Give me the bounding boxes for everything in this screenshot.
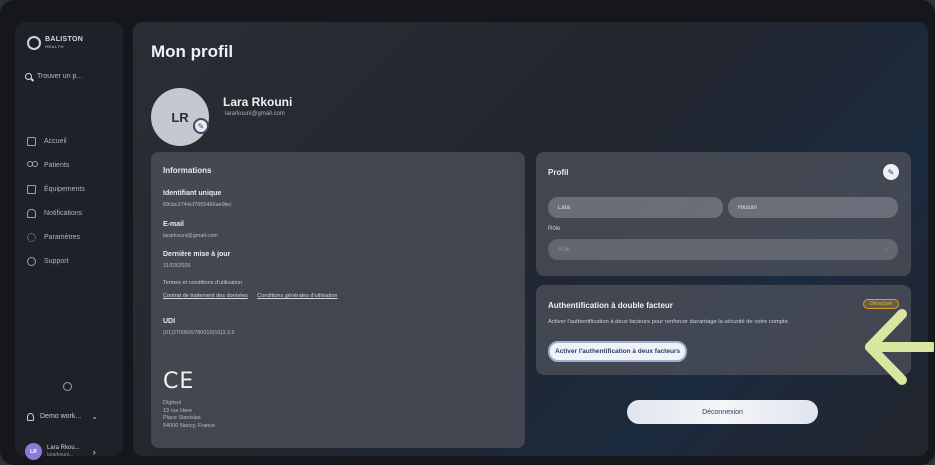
search-box[interactable]: Trouver un p... xyxy=(25,68,115,84)
equipment-icon xyxy=(27,184,36,194)
udi-value: (01)3700565780010(10)3.3.5 xyxy=(163,330,235,336)
sidebar-nav: Accueil Patients Équipements Notificatio… xyxy=(27,129,85,273)
sidebar-item-patients[interactable]: Patients xyxy=(27,153,85,177)
home-icon xyxy=(27,136,36,146)
profile-name: Lara Rkouni xyxy=(223,95,293,109)
role-label: Rôle xyxy=(548,226,561,232)
sidebar-item-label: Paramètres xyxy=(44,233,81,241)
role-placeholder: Rôle xyxy=(558,246,571,253)
search-placeholder: Trouver un p... xyxy=(37,72,83,80)
two-factor-card: Authentification à double facteur Désact… xyxy=(536,285,911,375)
address-line: Digitsol xyxy=(163,400,182,406)
bell-icon xyxy=(27,208,36,218)
profile-avatar: LR xyxy=(151,88,209,146)
email-label: E-mail xyxy=(163,221,185,228)
cgu-link[interactable]: Conditions générales d'utilisation xyxy=(257,293,337,299)
sidebar-item-equipements[interactable]: Équipements xyxy=(27,177,85,201)
pencil-icon: ✎ xyxy=(887,167,895,177)
edit-avatar-button[interactable]: ✎ xyxy=(193,118,209,134)
first-name-field[interactable] xyxy=(548,197,723,218)
sidebar-item-accueil[interactable]: Accueil xyxy=(27,129,85,153)
updated-label: Dernière mise à jour xyxy=(163,251,231,258)
card-title: Authentification à double facteur xyxy=(548,301,673,310)
user-icon xyxy=(27,412,34,421)
sidebar: BALISTON HEALTH Trouver un p... Accueil … xyxy=(15,22,123,460)
sidebar-item-label: Support xyxy=(44,257,69,265)
logo: BALISTON HEALTH xyxy=(27,36,83,50)
user-name: Lara Rkou... lararkouni... xyxy=(47,444,80,458)
uid-value: 69cbc2744cf7655466ae9lec xyxy=(163,202,232,208)
last-name-field[interactable] xyxy=(728,197,898,218)
gear-icon xyxy=(27,232,36,242)
profile-card: Profil ✎ Rôle Rôle ⌄ xyxy=(536,152,911,276)
user-menu[interactable]: LR Lara Rkou... lararkouni... › xyxy=(25,443,96,460)
logo-text: BALISTON HEALTH xyxy=(45,36,84,49)
card-title: Informations xyxy=(163,166,212,175)
app-window: BALISTON HEALTH Trouver un p... Accueil … xyxy=(0,0,935,465)
activate-2fa-button[interactable]: Activer l'authentification à deux facteu… xyxy=(548,341,688,362)
address-line: Place Stanislas xyxy=(163,415,201,421)
chevron-right-icon: › xyxy=(92,446,96,457)
email-value: lararkouni@gmail.com xyxy=(163,233,218,239)
address-line: 54000 Nancy, France xyxy=(163,422,216,429)
main-content: Mon profil LR ✎ Lara Rkouni lararkouni@g… xyxy=(133,22,928,456)
profile-email: lararkouni@gmail.com xyxy=(225,111,285,117)
pencil-icon: ✎ xyxy=(197,121,205,131)
sidebar-item-support[interactable]: Support xyxy=(27,249,85,273)
ce-mark: CE xyxy=(163,369,195,394)
sidebar-item-label: Patients xyxy=(44,161,70,169)
help-icon xyxy=(27,256,36,266)
manufacturer-address: Digitsol 13 rue Here Place Stanislas 540… xyxy=(163,400,215,430)
sidebar-item-label: Notifications xyxy=(44,209,83,217)
card-title: Profil xyxy=(548,168,569,177)
sidebar-item-label: Équipements xyxy=(44,185,85,193)
chevron-down-icon: ⌄ xyxy=(91,412,98,421)
address-line: 13 rue Here xyxy=(163,407,193,414)
workspace-label: Demo work... xyxy=(40,413,82,420)
sidebar-item-parametres[interactable]: Paramètres xyxy=(27,225,85,249)
edit-profile-button[interactable]: ✎ xyxy=(883,164,899,180)
role-select[interactable]: Rôle ⌄ xyxy=(548,239,898,260)
arrow-icon xyxy=(865,309,934,385)
contract-link[interactable]: Contrat de traitement des données xyxy=(163,293,248,299)
workspace-selector[interactable]: Demo work... ⌄ xyxy=(27,412,98,421)
clock-icon[interactable] xyxy=(63,382,72,391)
users-icon xyxy=(27,160,38,170)
updated-value: 31/03/2026 xyxy=(163,263,191,269)
search-icon xyxy=(25,72,32,80)
logout-button[interactable]: Déconnexion xyxy=(627,400,818,424)
sidebar-item-notifications[interactable]: Notifications xyxy=(27,201,85,225)
uid-label: Identifiant unique xyxy=(163,190,222,197)
logo-icon xyxy=(27,36,41,50)
terms-links: Contrat de traitement des données Condit… xyxy=(163,293,345,299)
information-card: Informations Identifiant unique 69cbc274… xyxy=(151,152,525,448)
udi-label: UDI xyxy=(163,318,176,325)
avatar: LR xyxy=(25,443,42,460)
page-title: Mon profil xyxy=(151,42,234,61)
two-factor-description: Activer l'authentification à deux facteu… xyxy=(548,319,790,325)
chevron-down-icon: ⌄ xyxy=(882,246,888,252)
terms-heading: Termes et conditions d'utilisation xyxy=(163,280,243,286)
sidebar-item-label: Accueil xyxy=(44,137,67,145)
